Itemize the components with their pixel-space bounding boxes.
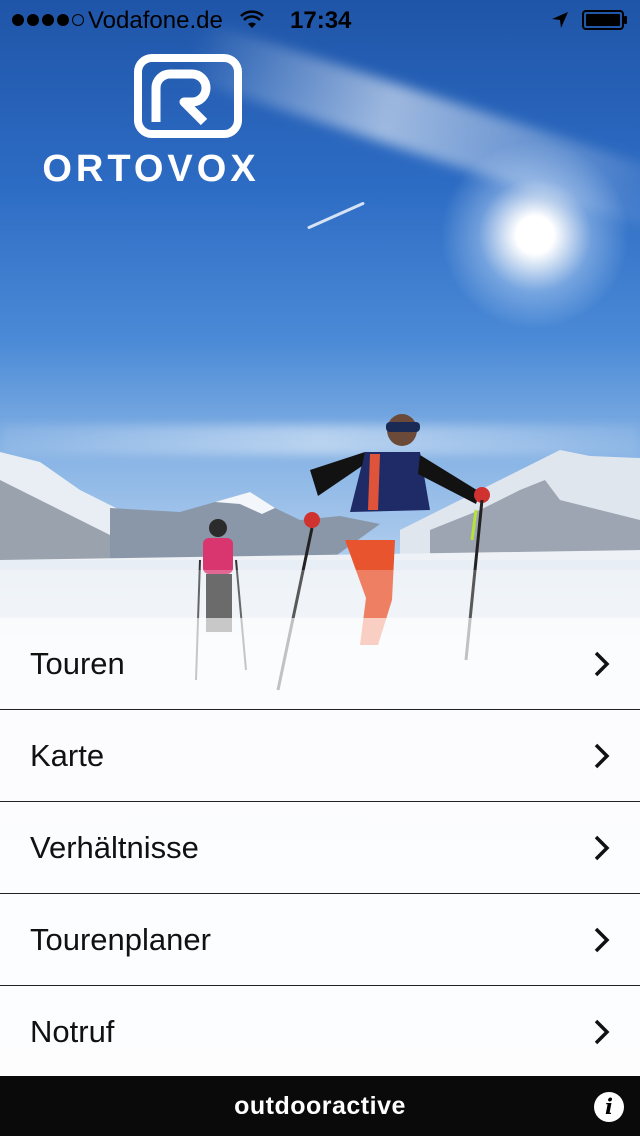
carrier-name: Vodafone.de (88, 7, 223, 34)
menu-item-label: Karte (30, 737, 105, 773)
menu-item-karte[interactable]: Karte (0, 710, 640, 802)
signal-dot-empty (72, 14, 84, 26)
menu-item-label: Notruf (30, 1014, 115, 1049)
battery-icon (582, 10, 627, 30)
signal-dot (27, 14, 39, 26)
signal-dot (42, 14, 54, 26)
menu-item-notruf[interactable]: Notruf (0, 986, 640, 1078)
ortovox-logo: ORTOVOX (26, 54, 276, 190)
info-icon[interactable]: i (594, 1092, 624, 1122)
chevron-right-icon (594, 651, 610, 677)
chevron-right-icon (594, 1019, 610, 1045)
main-menu: Touren Karte Verhältnisse Tourenplaner N… (0, 570, 640, 1078)
status-time: 17:34 (290, 7, 352, 34)
chevron-right-icon (594, 927, 610, 953)
menu-item-label: Verhältnisse (30, 829, 199, 865)
footer-bar: outdooractive i (0, 1076, 640, 1136)
signal-dot (12, 14, 24, 26)
menu-item-label: Touren (30, 645, 125, 681)
sun (440, 140, 630, 330)
signal-strength-icon (12, 14, 84, 26)
menu-item-touren[interactable]: Touren (0, 618, 640, 710)
menu-item-label: Tourenplaner (30, 921, 211, 957)
menu-list: Touren Karte Verhältnisse Tourenplaner N… (0, 618, 640, 1078)
signal-dot (57, 14, 69, 26)
menu-item-tourenplaner[interactable]: Tourenplaner (0, 894, 640, 986)
wifi-icon (240, 10, 264, 28)
menu-header-overlay (0, 570, 640, 618)
outdooractive-logo[interactable]: outdooractive (0, 1076, 640, 1136)
chevron-right-icon (594, 743, 610, 769)
chevron-right-icon (594, 835, 610, 861)
status-bar: Vodafone.de 17:34 (0, 0, 640, 40)
logo-mark (134, 54, 242, 138)
app-screen: Vodafone.de 17:34 ORTOVOX Touren Karte V… (0, 0, 640, 1136)
location-arrow-icon (552, 12, 568, 28)
logo-wordmark: ORTOVOX (42, 148, 260, 190)
menu-item-verhaeltnisse[interactable]: Verhältnisse (0, 802, 640, 894)
